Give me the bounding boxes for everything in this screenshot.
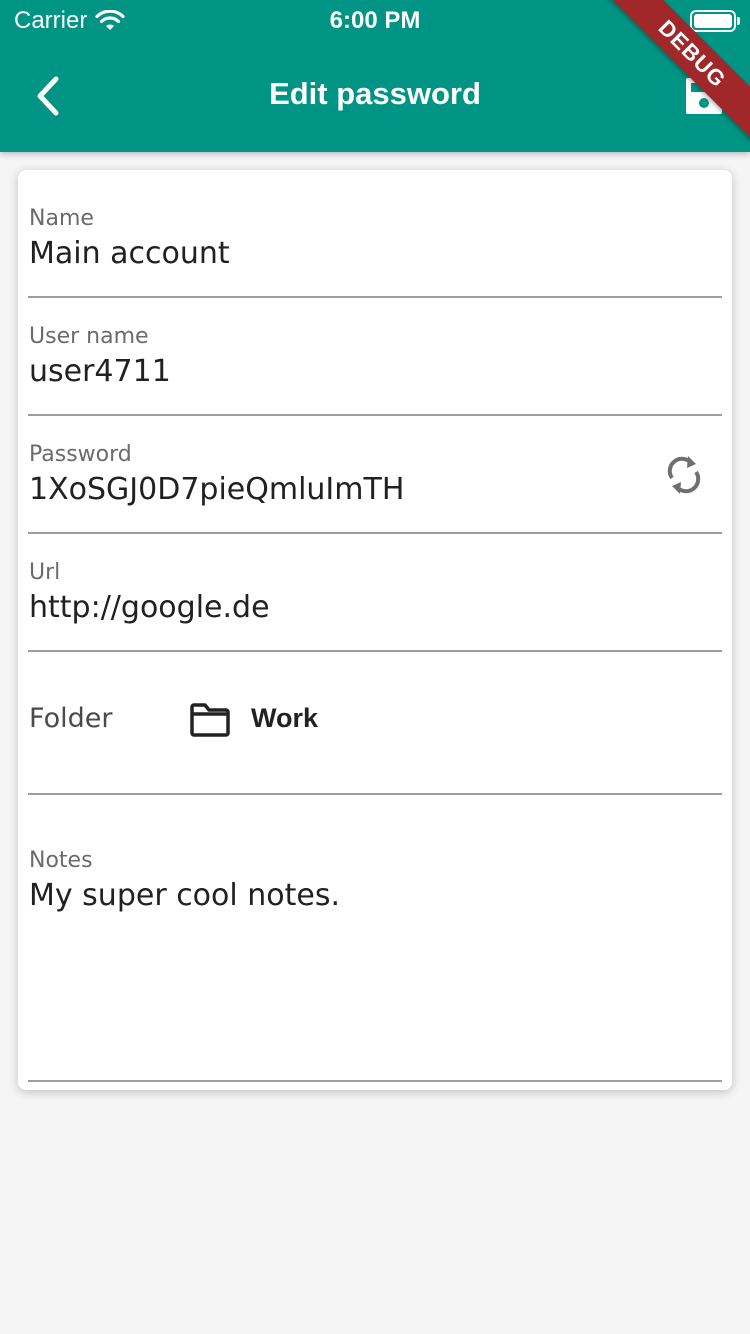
folder-label: Folder — [29, 703, 113, 734]
password-field[interactable]: Password 1XoSGJ0D7pieQmluImTH — [28, 406, 722, 534]
password-input[interactable]: 1XoSGJ0D7pieQmluImTH — [29, 472, 404, 507]
folder-divider — [28, 793, 722, 795]
name-input[interactable]: Main account — [29, 236, 230, 271]
folder-icon[interactable] — [190, 703, 230, 737]
app-bar: Carrier 6:00 PM Edit password DEBUG — [0, 0, 750, 152]
name-label: Name — [29, 206, 94, 231]
notes-label: Notes — [29, 848, 93, 873]
name-field[interactable]: Name Main account — [28, 170, 722, 298]
url-label: Url — [29, 560, 61, 585]
battery-icon — [690, 10, 740, 32]
password-form-card: Name Main account User name user4711 Pas… — [18, 170, 732, 1090]
folder-field[interactable] — [28, 642, 722, 794]
username-field[interactable]: User name user4711 — [28, 288, 722, 416]
url-field[interactable]: Url http://google.de — [28, 524, 722, 652]
refresh-icon — [667, 456, 701, 494]
url-input[interactable]: http://google.de — [29, 590, 270, 625]
notes-textarea[interactable]: My super cool notes. — [29, 878, 340, 913]
username-label: User name — [29, 324, 149, 349]
username-input[interactable]: user4711 — [29, 354, 171, 389]
page-title: Edit password — [269, 76, 481, 111]
folder-selector[interactable]: Work — [251, 703, 318, 734]
generate-password-button[interactable] — [664, 452, 704, 498]
password-label: Password — [29, 442, 132, 467]
notes-field[interactable]: Notes My super cool notes. — [28, 812, 722, 1082]
